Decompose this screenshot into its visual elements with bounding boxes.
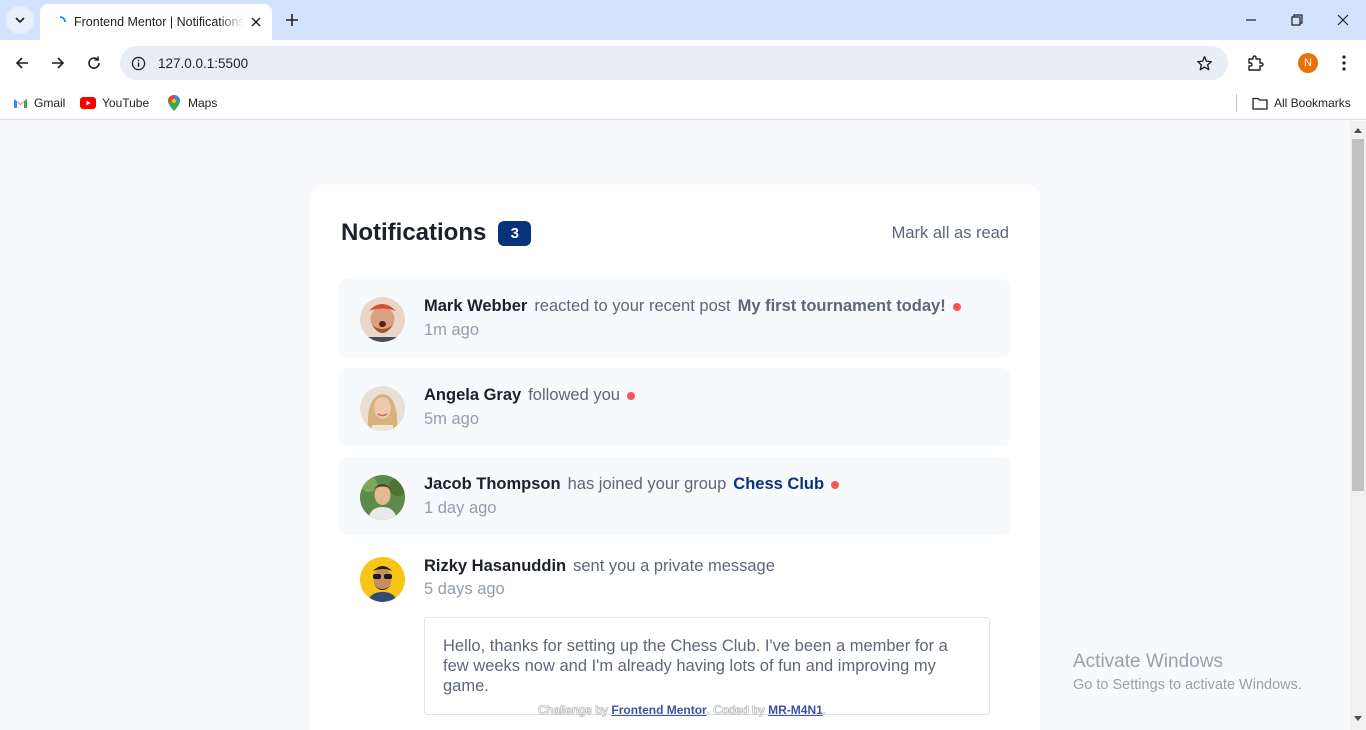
scrollbar-thumb[interactable] [1352, 139, 1364, 491]
minimize-icon [1246, 19, 1256, 21]
browser-toolbar: 127.0.0.1:5500 N [0, 40, 1366, 86]
mark-all-read-button[interactable]: Mark all as read [892, 224, 1009, 243]
extensions-button[interactable] [1243, 51, 1267, 75]
bookmark-maps[interactable]: Maps [166, 91, 217, 115]
profile-button[interactable]: N [1296, 51, 1320, 75]
notification-time: 5m ago [424, 410, 480, 428]
notification-item[interactable]: Mark Webber reacted to your recent post … [339, 279, 1010, 357]
card-header: Notifications 3 Mark all as read [341, 218, 1009, 248]
restore-icon [1291, 14, 1303, 26]
notification-item[interactable]: Angela Gray followed you 5m ago [339, 368, 1010, 446]
scroll-up-arrow-icon[interactable] [1354, 126, 1362, 134]
new-tab-button[interactable] [280, 8, 304, 32]
unread-dot [626, 391, 635, 400]
restore-button[interactable] [1274, 0, 1320, 40]
address-bar[interactable]: 127.0.0.1:5500 [120, 46, 1228, 80]
close-icon[interactable] [248, 14, 264, 30]
notification-text: Angela Gray followed you [424, 386, 635, 405]
puzzle-icon [1248, 55, 1264, 71]
chevron-down-icon [15, 17, 25, 24]
page-title: Notifications [341, 219, 487, 246]
kebab-menu-icon [1342, 55, 1346, 71]
bookmarks-separator [1236, 94, 1237, 112]
arrow-left-icon [15, 57, 28, 69]
page-scrollbar[interactable] [1350, 121, 1366, 730]
notification-time: 1m ago [424, 321, 480, 339]
attribution-suffix: . [822, 703, 827, 717]
notification-user[interactable]: Jacob Thompson [424, 475, 561, 494]
site-info-icon[interactable] [130, 55, 146, 71]
gmail-icon [12, 95, 28, 111]
close-window-button[interactable] [1320, 0, 1366, 40]
avatar-jacob-thompson[interactable] [360, 475, 405, 520]
notification-user[interactable]: Angela Gray [424, 386, 521, 405]
notification-text: Jacob Thompson has joined your group Che… [424, 475, 840, 494]
notification-item[interactable]: Rizky Hasanuddin sent you a private mess… [339, 539, 1010, 715]
unread-dot [952, 302, 961, 311]
notification-action: has joined your group [567, 475, 727, 493]
avatar-rizky-hasanuddin[interactable] [360, 557, 405, 602]
all-bookmarks-label: All Bookmarks [1274, 96, 1351, 110]
url-text[interactable]: 127.0.0.1:5500 [158, 56, 1194, 71]
arrow-right-icon [52, 57, 65, 69]
author-link[interactable]: MR-M4N1 [768, 703, 823, 717]
all-bookmarks-button[interactable]: All Bookmarks [1252, 91, 1351, 115]
attribution-middle: . Coded by [706, 703, 765, 717]
scroll-down-arrow-icon[interactable] [1354, 715, 1362, 723]
notification-text: Mark Webber reacted to your recent post … [424, 297, 961, 316]
activate-windows-title: Activate Windows [1073, 651, 1223, 672]
attribution: Challenge by Frontend Mentor. Coded by M… [538, 703, 826, 717]
loading-icon [52, 14, 68, 30]
frontend-mentor-link[interactable]: Frontend Mentor [611, 703, 706, 717]
notification-time: 1 day ago [424, 499, 497, 517]
maps-pin-icon [166, 95, 182, 111]
notification-text: Rizky Hasanuddin sent you a private mess… [424, 557, 782, 576]
tab-search-button[interactable] [6, 6, 34, 34]
folder-icon [1252, 95, 1268, 111]
forward-button[interactable] [44, 49, 72, 77]
unread-dot [831, 480, 840, 489]
private-message[interactable]: Hello, thanks for setting up the Chess C… [424, 617, 990, 715]
page-viewport: Notifications 3 Mark all as read Mark We… [0, 121, 1350, 730]
minimize-button[interactable] [1228, 0, 1274, 40]
unread-count-badge: 3 [498, 220, 532, 246]
bookmark-gmail[interactable]: Gmail [12, 91, 65, 115]
reload-button[interactable] [80, 49, 108, 77]
avatar-angela-gray[interactable] [360, 386, 405, 431]
notification-time: 5 days ago [424, 580, 505, 598]
tab-title: Frontend Mentor | Notifications page [74, 15, 244, 29]
notification-action: followed you [528, 386, 620, 404]
notifications-card: Notifications 3 Mark all as read Mark We… [310, 184, 1040, 730]
bookmark-label: YouTube [102, 96, 150, 110]
notification-action: sent you a private message [573, 557, 775, 575]
attribution-prefix: Challenge by [538, 703, 609, 717]
avatar: N [1298, 53, 1318, 73]
plus-icon [286, 14, 298, 26]
notification-user[interactable]: Rizky Hasanuddin [424, 557, 566, 576]
browser-tab[interactable]: Frontend Mentor | Notifications page [40, 4, 272, 40]
menu-button[interactable] [1332, 51, 1356, 75]
activate-windows-subtitle: Go to Settings to activate Windows. [1073, 677, 1302, 693]
notification-user[interactable]: Mark Webber [424, 297, 527, 316]
close-icon [1337, 14, 1349, 26]
bookmark-youtube[interactable]: YouTube [80, 91, 149, 115]
notification-post-link[interactable]: My first tournament today! [738, 297, 946, 316]
bookmark-star-icon[interactable] [1194, 53, 1214, 73]
notification-action: reacted to your recent post [534, 297, 731, 315]
reload-icon [88, 56, 100, 69]
notification-group-link[interactable]: Chess Club [733, 475, 824, 494]
youtube-icon [80, 95, 96, 111]
avatar-mark-webber[interactable] [360, 297, 405, 342]
tab-strip: Frontend Mentor | Notifications page [0, 0, 1366, 40]
bookmarks-bar: Gmail YouTube Maps All Bookmarks [0, 86, 1366, 120]
bookmark-label: Gmail [34, 96, 66, 110]
back-button[interactable] [8, 49, 36, 77]
notification-item[interactable]: Jacob Thompson has joined your group Che… [339, 457, 1010, 535]
bookmark-label: Maps [188, 96, 218, 110]
activate-windows-watermark: Activate Windows Go to Settings to activ… [1073, 651, 1302, 693]
